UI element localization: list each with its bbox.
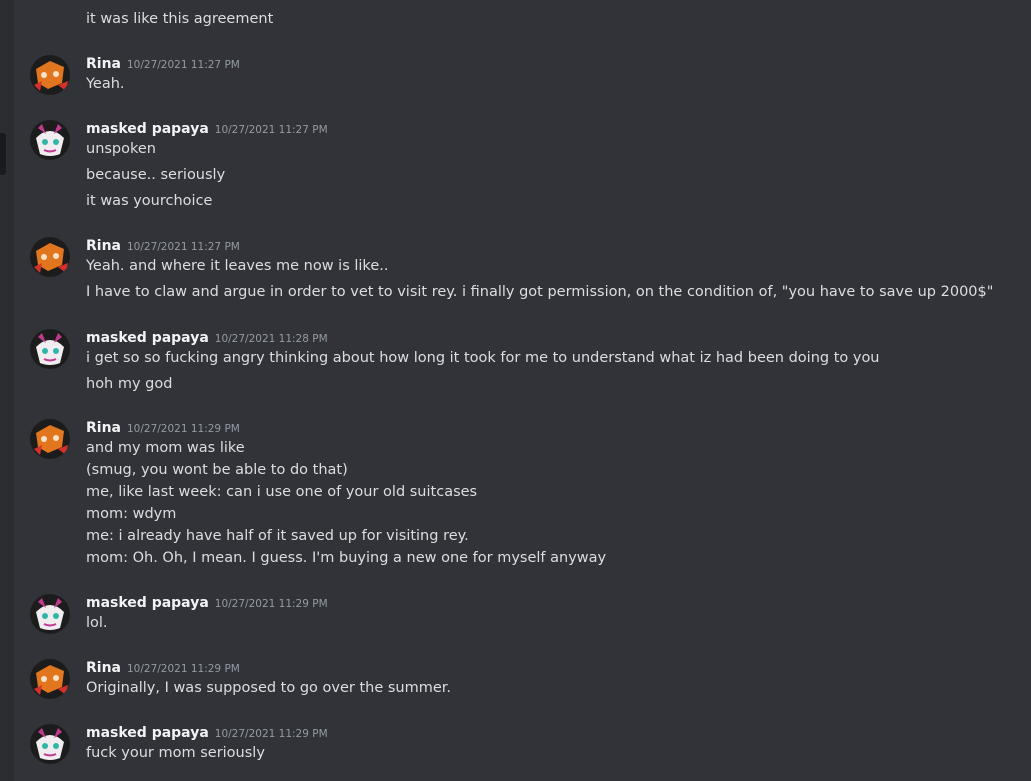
message-line: Originally, I was supposed to go over th… xyxy=(86,680,452,696)
timestamp: 10/27/2021 11:27 PM xyxy=(127,241,240,253)
message-header: masked papaya 10/27/2021 11:28 PM xyxy=(86,327,328,349)
message-line: because.. seriously xyxy=(86,167,226,183)
timestamp: 10/27/2021 11:29 PM xyxy=(127,423,240,435)
avatar-papaya-icon[interactable] xyxy=(30,724,70,764)
message-header: Rina 10/27/2021 11:27 PM xyxy=(86,53,240,75)
author-name[interactable]: masked papaya xyxy=(86,330,209,346)
timestamp: 10/27/2021 11:27 PM xyxy=(127,59,240,71)
author-name[interactable]: masked papaya xyxy=(86,121,209,137)
message-line: hoh my god xyxy=(86,376,173,392)
timestamp: 10/27/2021 11:29 PM xyxy=(214,598,328,610)
message-line: lol. xyxy=(86,615,108,631)
author-name[interactable]: masked papaya xyxy=(86,725,209,741)
message-line: I have to claw and argue in order to vet… xyxy=(86,284,994,300)
avatar-rina-icon[interactable] xyxy=(30,419,70,459)
avatar-rina-icon[interactable] xyxy=(30,55,70,95)
timestamp: 10/27/2021 11:29 PM xyxy=(214,728,328,740)
timestamp: 10/27/2021 11:28 PM xyxy=(214,333,328,345)
author-name[interactable]: masked papaya xyxy=(86,595,209,611)
message-line: me, like last week: can i use one of you… xyxy=(86,484,478,500)
message-line: Yeah. and where it leaves me now is like… xyxy=(86,258,389,274)
message-line: me: i already have half of it saved up f… xyxy=(86,528,469,544)
message-line: i get so so fucking angry thinking about… xyxy=(86,350,880,366)
author-name[interactable]: Rina xyxy=(86,56,121,72)
author-name[interactable]: Rina xyxy=(86,420,121,436)
message-header: masked papaya 10/27/2021 11:27 PM xyxy=(86,118,328,140)
message-header: masked papaya 10/27/2021 11:29 PM xyxy=(86,722,328,744)
message-line: it was like this agreement xyxy=(86,11,274,27)
message-line: fuck your mom seriously xyxy=(86,745,265,761)
author-name[interactable]: Rina xyxy=(86,238,121,254)
message-line: unspoken xyxy=(86,141,157,157)
author-name[interactable]: Rina xyxy=(86,660,121,676)
message-header: Rina 10/27/2021 11:29 PM xyxy=(86,417,240,439)
avatar-papaya-icon[interactable] xyxy=(30,329,70,369)
message-line: mom: wdym xyxy=(86,506,177,522)
avatar-papaya-icon[interactable] xyxy=(30,120,70,160)
timestamp: 10/27/2021 11:27 PM xyxy=(214,124,328,136)
avatar-papaya-icon[interactable] xyxy=(30,594,70,634)
message-header: masked papaya 10/27/2021 11:29 PM xyxy=(86,592,328,614)
message-list: it was like this agreement Rina 10/27/202… xyxy=(0,0,1031,781)
message-line: it was yourchoice xyxy=(86,193,213,209)
avatar-rina-icon[interactable] xyxy=(30,237,70,277)
message-header: Rina 10/27/2021 11:29 PM xyxy=(86,657,240,679)
timestamp: 10/27/2021 11:29 PM xyxy=(127,663,240,675)
message-line: and my mom was like xyxy=(86,440,245,456)
message-line: (smug, you wont be able to do that) xyxy=(86,462,348,478)
message-line: mom: Oh. Oh, I mean. I guess. I'm buying… xyxy=(86,550,607,566)
message-line: Yeah. xyxy=(86,76,125,92)
message-header: Rina 10/27/2021 11:27 PM xyxy=(86,235,240,257)
avatar-rina-icon[interactable] xyxy=(30,659,70,699)
